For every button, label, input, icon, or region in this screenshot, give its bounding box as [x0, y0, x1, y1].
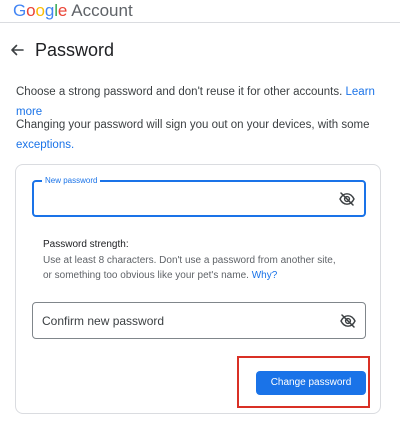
- arrow-back-icon[interactable]: [7, 40, 27, 60]
- why-link[interactable]: Why?: [252, 270, 278, 281]
- new-password-field[interactable]: New password: [32, 175, 366, 217]
- notice-text: Changing your password will sign you out…: [16, 119, 370, 131]
- app-header: Google Account: [0, 0, 400, 23]
- exceptions-link[interactable]: exceptions.: [16, 139, 74, 151]
- intro-text: Choose a strong password and don't reuse…: [16, 86, 343, 98]
- eye-off-icon[interactable]: [339, 191, 355, 206]
- page-title: Password: [35, 40, 115, 60]
- google-account-logo[interactable]: Google Account: [13, 0, 133, 22]
- confirm-password-field[interactable]: [32, 302, 366, 339]
- confirm-password-input[interactable]: [42, 303, 322, 338]
- eye-off-icon[interactable]: [340, 313, 356, 328]
- product-name: Account: [71, 1, 133, 20]
- strength-hint-text: Use at least 8 characters. Don't use a p…: [43, 255, 336, 281]
- signout-notice: Changing your password will sign you out…: [16, 115, 386, 155]
- password-strength-hint: Use at least 8 characters. Don't use a p…: [43, 254, 343, 283]
- google-wordmark: Google: [13, 1, 68, 20]
- password-strength-title: Password strength:: [43, 239, 129, 250]
- new-password-input[interactable]: [43, 182, 323, 215]
- change-password-button[interactable]: Change password: [256, 371, 366, 395]
